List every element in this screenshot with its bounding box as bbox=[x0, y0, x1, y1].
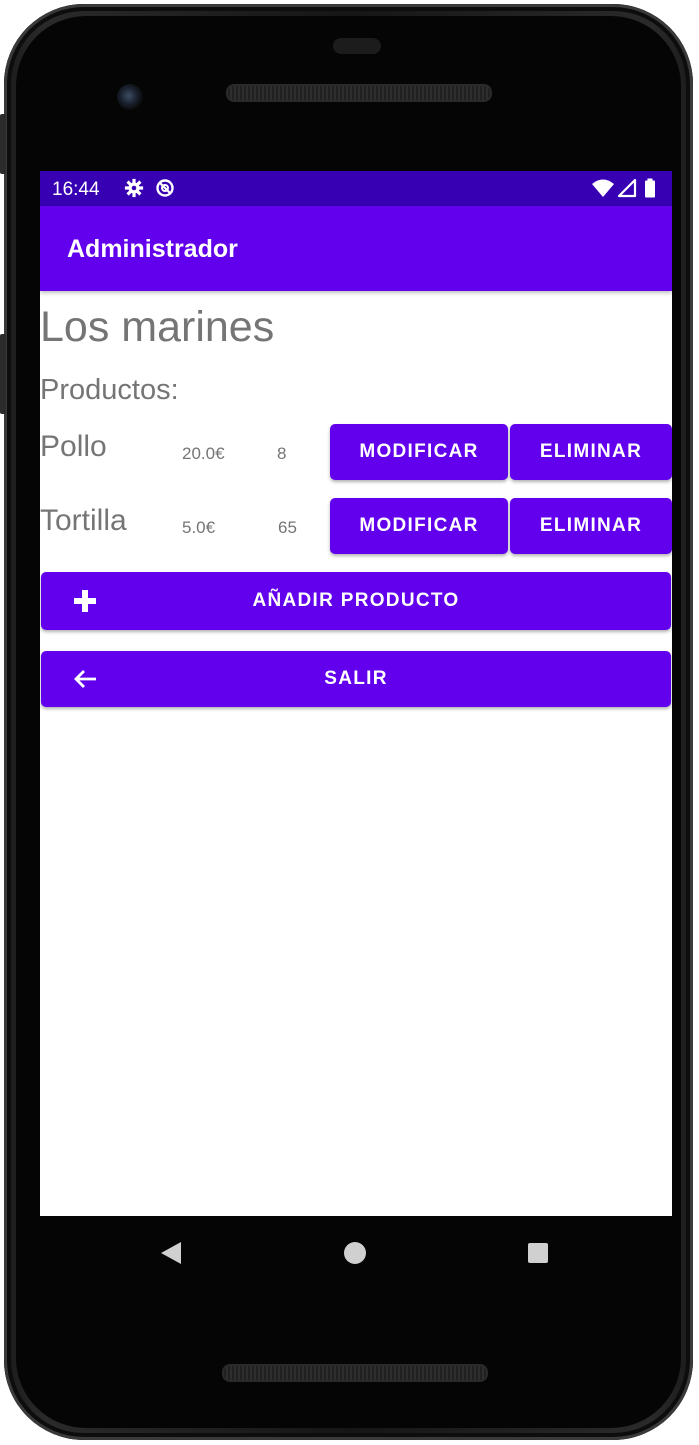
app-bar: Administrador bbox=[40, 206, 672, 291]
status-bar: 16:44 bbox=[40, 171, 672, 206]
delete-button[interactable]: ELIMINAR bbox=[510, 424, 672, 480]
plus-icon bbox=[74, 590, 96, 612]
product-row-tortilla: Tortilla 5.0€ 65 MODIFICAR ELIMINAR bbox=[40, 498, 672, 556]
top-speaker bbox=[226, 84, 492, 102]
product-price: 5.0€ bbox=[182, 518, 216, 537]
side-button bbox=[0, 334, 6, 414]
arrow-left-icon bbox=[74, 670, 96, 688]
home-icon[interactable] bbox=[343, 1241, 367, 1265]
store-name: Los marines bbox=[40, 303, 275, 351]
exit-button[interactable]: SALIR bbox=[41, 651, 671, 707]
status-time: 16:44 bbox=[52, 179, 100, 200]
wifi-icon bbox=[592, 179, 614, 197]
delete-button[interactable]: ELIMINAR bbox=[510, 498, 672, 554]
product-name: Tortilla bbox=[40, 504, 127, 537]
add-product-label: AÑADIR PRODUCTO bbox=[252, 590, 460, 611]
settings-icon bbox=[124, 178, 144, 198]
side-button bbox=[0, 114, 6, 174]
app-bar-title: Administrador bbox=[67, 235, 238, 263]
product-name: Pollo bbox=[40, 430, 107, 463]
add-product-button[interactable]: AÑADIR PRODUCTO bbox=[41, 572, 671, 630]
modify-button[interactable]: MODIFICAR bbox=[330, 424, 508, 480]
battery-icon bbox=[645, 178, 655, 198]
back-icon[interactable] bbox=[160, 1241, 182, 1265]
product-price: 20.0€ bbox=[182, 444, 225, 463]
signal-icon bbox=[617, 178, 637, 198]
exit-label: SALIR bbox=[324, 668, 388, 689]
bottom-speaker bbox=[222, 1364, 488, 1382]
product-quantity: 8 bbox=[277, 444, 287, 463]
screen: 16:44 Administrador Los marines Producto… bbox=[40, 171, 672, 1216]
products-label: Productos: bbox=[40, 374, 179, 406]
overview-icon[interactable] bbox=[527, 1242, 549, 1264]
front-camera bbox=[117, 84, 143, 110]
proximity-sensor bbox=[333, 38, 381, 54]
sync-icon bbox=[156, 179, 174, 197]
modify-button[interactable]: MODIFICAR bbox=[330, 498, 508, 554]
navigation-bar bbox=[40, 1216, 672, 1288]
product-row-pollo: Pollo 20.0€ 8 MODIFICAR ELIMINAR bbox=[40, 424, 672, 482]
product-quantity: 65 bbox=[278, 518, 297, 537]
